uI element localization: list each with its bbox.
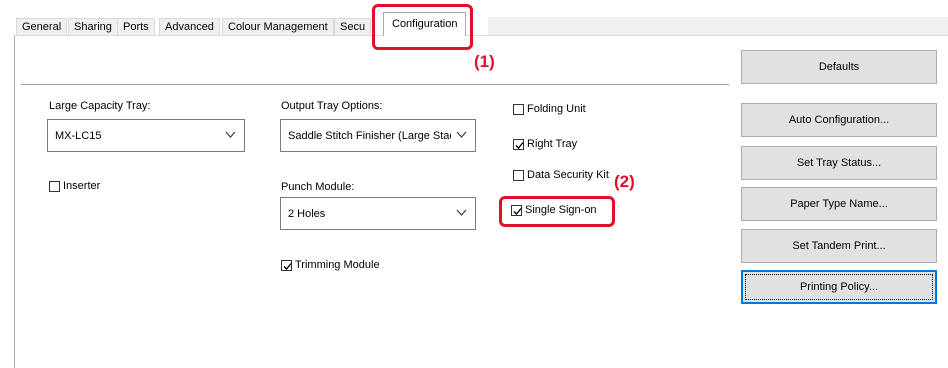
large-capacity-tray-label: Large Capacity Tray: [49,100,151,112]
chevron-down-icon [456,209,467,216]
tab-colour-management[interactable]: Colour Management [222,18,334,35]
right-tray-checkbox[interactable]: Right Tray [513,138,577,150]
output-tray-options-value: Saddle Stitch Finisher (Large Stack [288,130,451,142]
paper-type-name-button[interactable]: Paper Type Name... [741,187,937,221]
inserter-checkbox[interactable]: Inserter [49,180,100,192]
set-tray-status-button[interactable]: Set Tray Status... [741,146,937,180]
focus-ring [745,274,933,300]
checkbox-box [513,103,524,115]
checkmark-icon [283,262,292,270]
printing-policy-button[interactable]: Printing Policy... [741,270,937,304]
trimming-module-checkbox[interactable]: Trimming Module [281,259,380,271]
tab-label: Sharing [74,21,112,33]
highlight-configuration-tab [372,4,473,50]
auto-configuration-button[interactable]: Auto Configuration... [741,103,937,137]
tab-label: Advanced [165,21,214,33]
callout-2: (2) [614,172,635,191]
tab-general[interactable]: General [16,18,68,35]
set-tandem-print-button[interactable]: Set Tandem Print... [741,229,937,263]
checkbox-box [513,138,524,150]
checkbox-box [513,169,524,181]
punch-module-label: Punch Module: [281,181,355,193]
inserter-label: Inserter [63,180,101,192]
checkmark-icon [515,141,524,149]
section-divider [21,84,729,85]
defaults-button[interactable]: Defaults [741,50,937,84]
checkbox-box [511,204,522,216]
right-tray-label: Right Tray [527,138,578,150]
tab-label: Ports [123,21,149,33]
chevron-down-icon [456,131,467,138]
punch-module-select[interactable]: 2 Holes [280,197,476,230]
data-security-kit-label: Data Security Kit [527,169,609,181]
tab-label: General [22,21,62,33]
page-border [14,36,15,368]
folding-unit-label: Folding Unit [527,103,586,115]
callout-1: (1) [474,52,495,71]
tab-advanced[interactable]: Advanced [159,18,220,35]
trimming-module-label: Trimming Module [295,259,380,271]
data-security-kit-checkbox[interactable]: Data Security Kit [513,169,609,181]
tab-security[interactable]: Secu [334,18,372,35]
punch-module-value: 2 Holes [288,208,326,220]
checkbox-box [49,180,60,192]
tab-strip-background [488,17,948,35]
checkmark-icon [513,207,522,215]
tab-label: Secu [340,21,366,33]
tab-sharing[interactable]: Sharing [68,18,118,35]
folding-unit-checkbox[interactable]: Folding Unit [513,103,586,115]
tab-ports[interactable]: Ports [117,18,155,35]
output-tray-options-select[interactable]: Saddle Stitch Finisher (Large Stack [280,119,476,152]
single-sign-on-label: Single Sign-on [525,204,597,216]
checkbox-box [281,259,292,271]
tab-strip-border [14,35,948,36]
large-capacity-tray-value: MX-LC15 [55,130,102,142]
large-capacity-tray-select[interactable]: MX-LC15 [47,119,245,152]
chevron-down-icon [225,131,236,138]
output-tray-options-label: Output Tray Options: [281,100,383,112]
tab-label: Colour Management [228,21,328,33]
single-sign-on-checkbox[interactable]: Single Sign-on [511,204,597,216]
